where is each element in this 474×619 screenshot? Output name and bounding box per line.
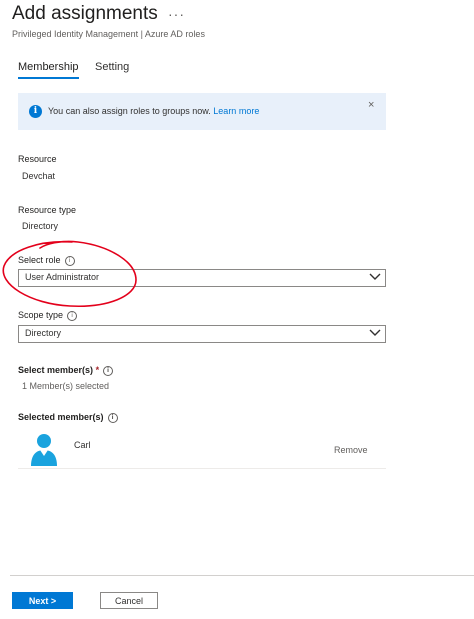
chevron-down-icon bbox=[369, 329, 381, 336]
select-members-label[interactable]: Select member(s) * i bbox=[18, 365, 114, 376]
select-members-value: 1 Member(s) selected bbox=[22, 381, 110, 391]
annotation-circle bbox=[2, 240, 137, 307]
cancel-button[interactable]: Cancel bbox=[100, 592, 158, 609]
resource-type-label: Resource type bbox=[18, 205, 77, 215]
scope-type-dropdown[interactable]: Directory bbox=[18, 325, 386, 343]
info-circle-icon: i bbox=[107, 412, 118, 423]
next-button[interactable]: Next > bbox=[12, 592, 73, 609]
remove-member-button[interactable]: Remove bbox=[334, 445, 368, 455]
resource-value: Devchat bbox=[22, 171, 56, 181]
tab-setting[interactable]: Setting bbox=[95, 61, 129, 73]
select-members-label-text: Select member(s) bbox=[18, 365, 94, 375]
banner-message: You can also assign roles to groups now.… bbox=[48, 106, 259, 116]
member-name: Carl bbox=[74, 440, 91, 450]
footer-divider bbox=[10, 575, 474, 576]
close-icon[interactable]: × bbox=[368, 99, 374, 111]
page-title: Add assignments bbox=[12, 3, 158, 24]
chevron-down-icon bbox=[369, 273, 381, 280]
selected-members-label-text: Selected member(s) bbox=[18, 412, 104, 422]
resource-type-value: Directory bbox=[22, 221, 59, 231]
resource-label: Resource bbox=[18, 154, 57, 164]
scope-type-value: Directory bbox=[25, 328, 62, 338]
selected-members-label: Selected member(s) i bbox=[18, 412, 118, 423]
banner-text: You can also assign roles to groups now. bbox=[48, 106, 211, 116]
required-mark: * bbox=[95, 365, 100, 375]
user-avatar-icon bbox=[31, 434, 57, 466]
info-circle-icon: i bbox=[67, 310, 78, 321]
learn-more-link[interactable]: Learn more bbox=[213, 106, 259, 116]
tab-membership[interactable]: Membership bbox=[18, 61, 79, 79]
member-divider bbox=[18, 468, 386, 469]
info-circle-icon: i bbox=[103, 365, 114, 376]
info-icon: i bbox=[29, 105, 42, 118]
breadcrumb-subtitle: Privileged Identity Management | Azure A… bbox=[12, 29, 205, 39]
info-banner: i You can also assign roles to groups no… bbox=[18, 93, 386, 130]
more-options-icon[interactable]: ··· bbox=[168, 6, 185, 22]
